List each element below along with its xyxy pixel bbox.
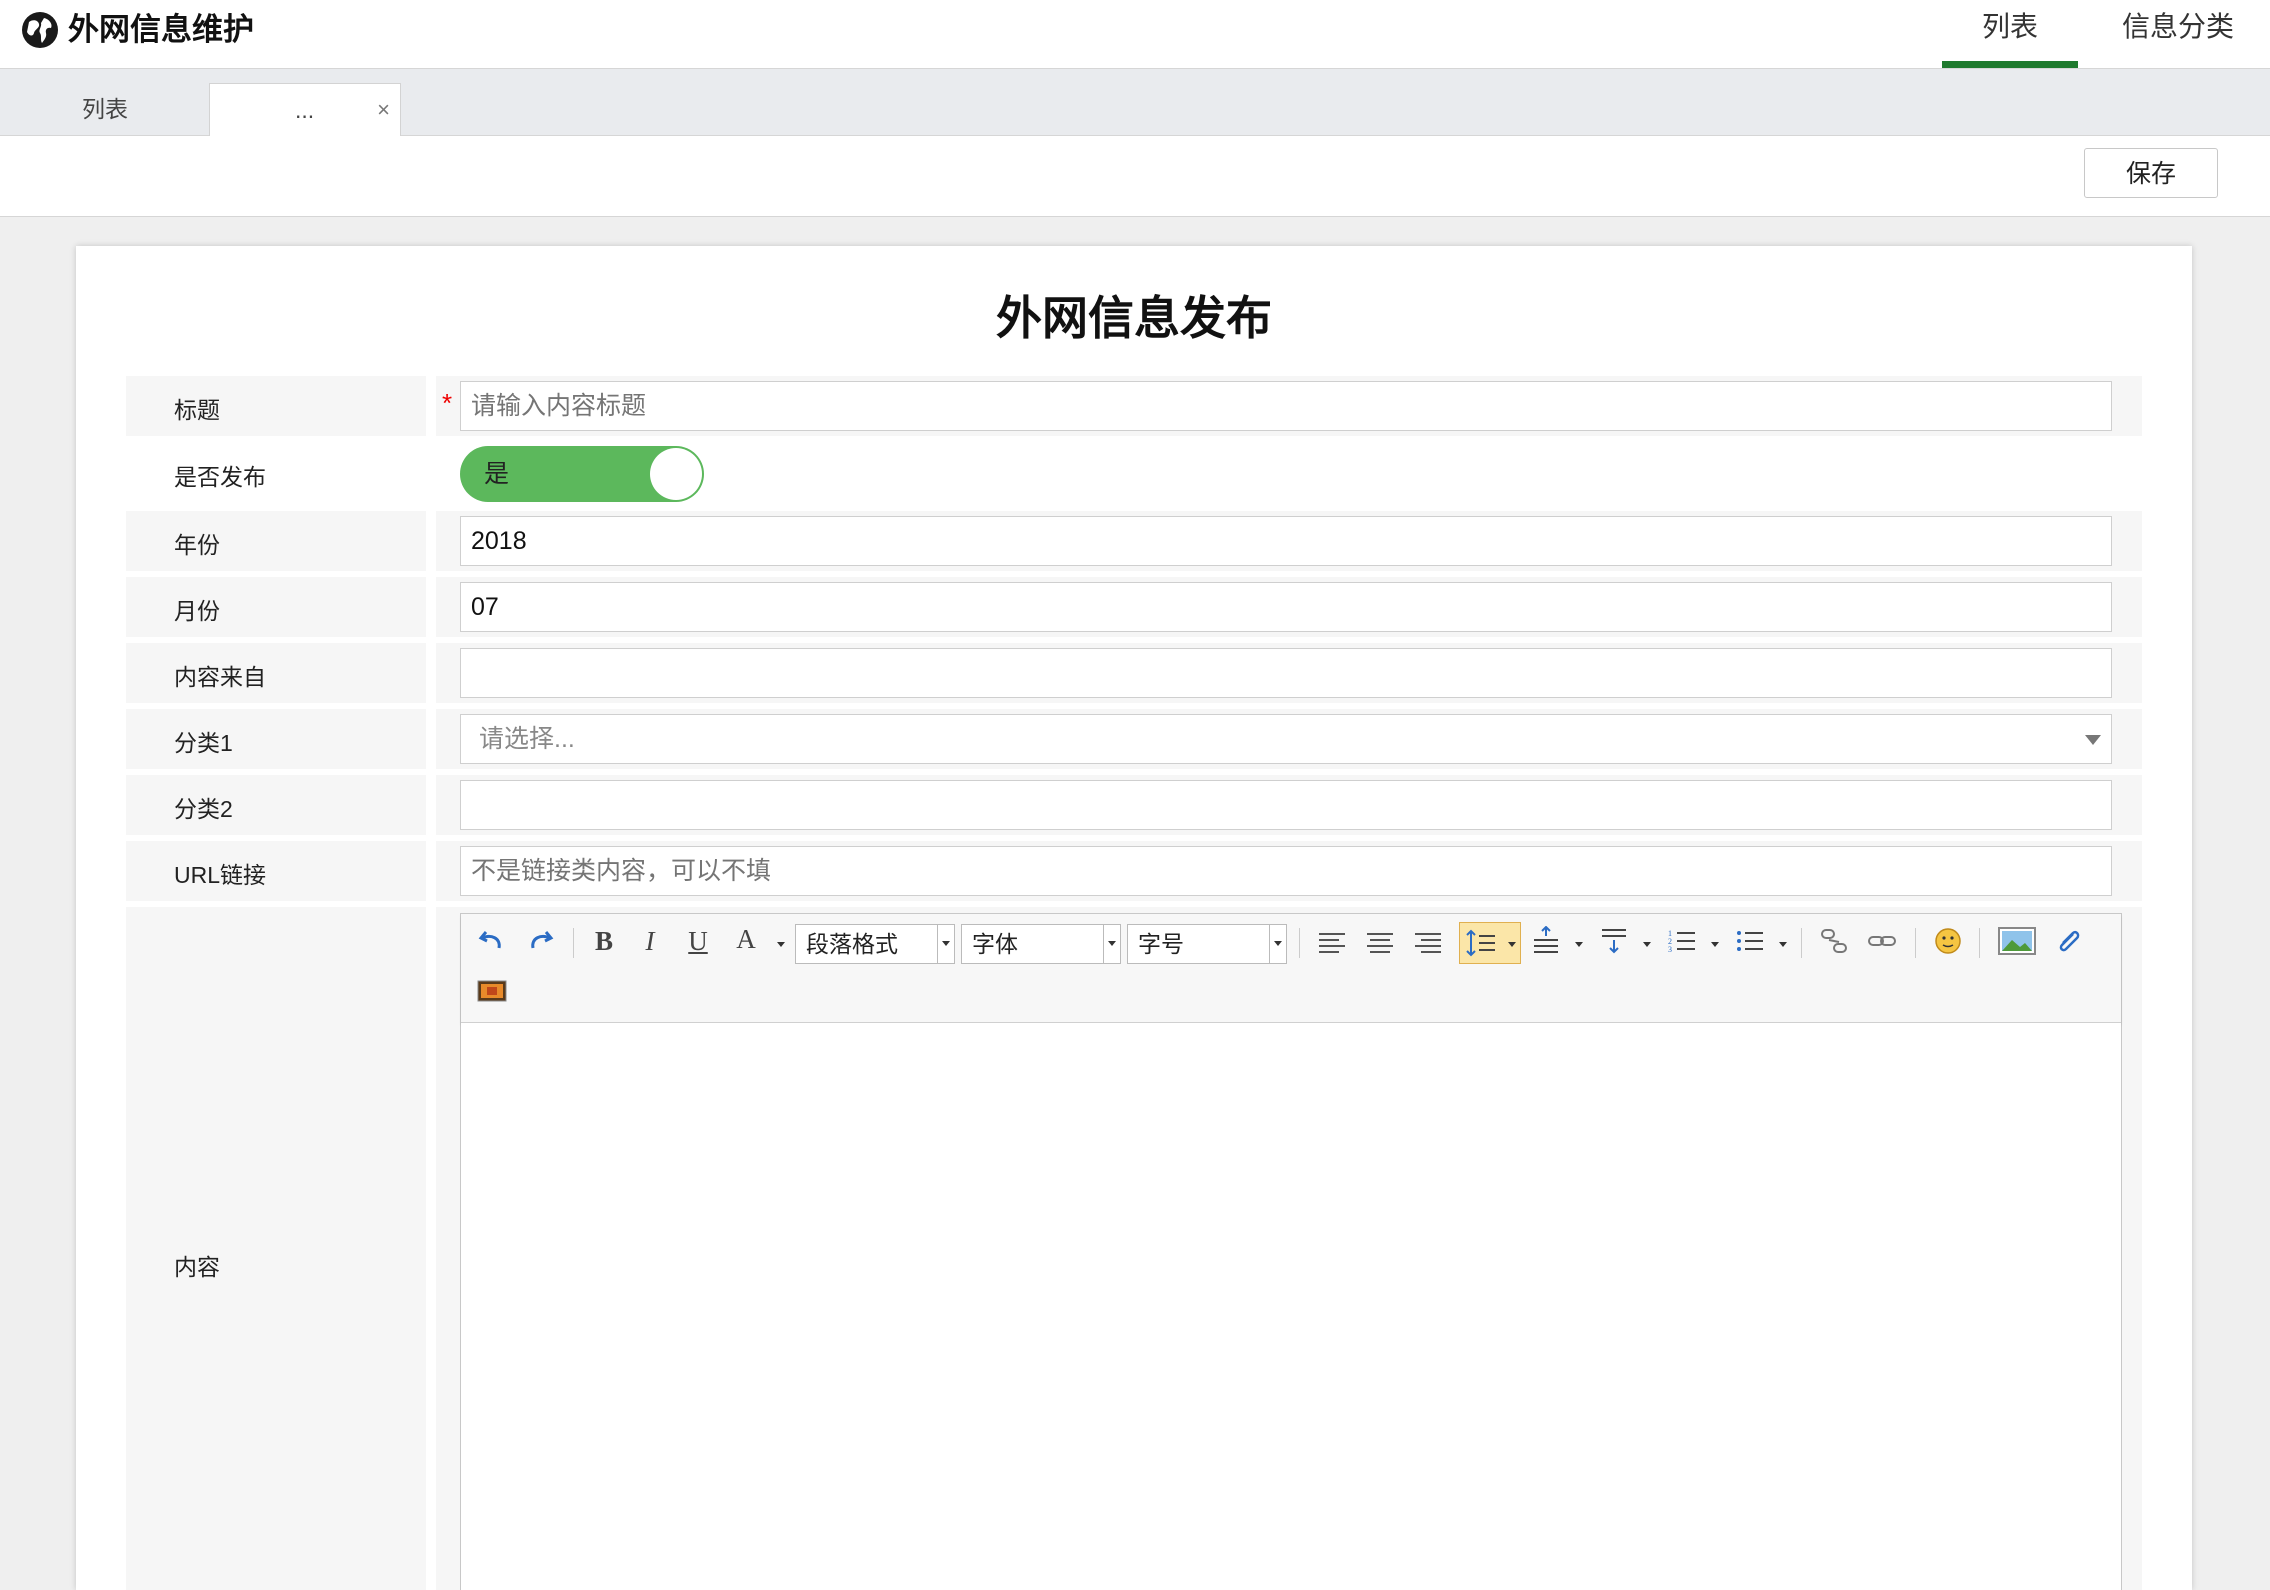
dropdown-arrow-icon <box>777 942 785 947</box>
combo-label: 段落格式 <box>806 931 898 957</box>
category1-select[interactable]: 请选择... <box>460 714 2112 764</box>
dropdown-arrow-icon <box>1711 942 1719 947</box>
combo-label: 字体 <box>972 931 1018 957</box>
row-year: 年份 <box>126 511 2142 571</box>
label-content: 内容 <box>174 1254 220 1280</box>
label-month: 月份 <box>174 598 220 624</box>
title-input[interactable] <box>460 381 2112 431</box>
source-input[interactable] <box>460 648 2112 698</box>
close-icon[interactable]: × <box>377 84 390 136</box>
paragraph-format-select[interactable]: 段落格式 <box>795 924 955 964</box>
label-year: 年份 <box>174 532 220 558</box>
tab-label: ... <box>295 97 315 123</box>
row-category2: 分类2 <box>126 775 2142 835</box>
topnav-list[interactable]: 列表 <box>1942 0 2078 68</box>
toolbar-separator <box>573 928 574 958</box>
svg-text:3: 3 <box>1668 945 1672 954</box>
toolbar-separator <box>1299 928 1300 958</box>
undo-icon[interactable] <box>475 924 509 958</box>
editor-content-area[interactable] <box>461 1023 2121 1590</box>
toolbar-separator <box>1801 928 1802 958</box>
redo-icon[interactable] <box>523 924 557 958</box>
month-input[interactable] <box>460 582 2112 632</box>
save-button[interactable]: 保存 <box>2084 148 2218 198</box>
label-publish: 是否发布 <box>174 464 266 490</box>
unlink-icon[interactable] <box>1817 924 1851 958</box>
rich-text-editor[interactable]: B I U A 段落格式 字体 字号 1 2 3 <box>460 913 2122 1590</box>
dropdown-arrow-icon <box>1779 942 1787 947</box>
publish-toggle[interactable]: 是 <box>460 446 704 502</box>
select-placeholder: 请选择... <box>479 725 575 753</box>
font-color-icon[interactable]: A <box>729 922 763 956</box>
underline-icon[interactable]: U <box>681 924 715 958</box>
row-title: 标题 * <box>126 376 2142 436</box>
form-title: 外网信息发布 <box>996 292 1272 344</box>
row-url: URL链接 <box>126 841 2142 901</box>
url-input[interactable] <box>460 846 2112 896</box>
toggle-label: 是 <box>484 460 510 488</box>
label-url: URL链接 <box>174 862 267 888</box>
toolbar-separator <box>1915 928 1916 958</box>
row-content: 内容 B I U A 段落格式 字体 字号 1 2 3 <box>126 907 2142 1590</box>
topnav-info-category[interactable]: 信息分类 <box>2110 0 2246 68</box>
toolbar-separator <box>1979 928 1980 958</box>
dropdown-arrow-icon <box>1643 942 1651 947</box>
paragraph-spacing-bottom-icon[interactable] <box>1597 924 1631 958</box>
tab-bar: 列表 ... × <box>0 69 2270 137</box>
bold-icon[interactable]: B <box>587 924 621 958</box>
line-height-icon[interactable] <box>1459 922 1521 964</box>
align-right-icon[interactable] <box>1411 926 1445 960</box>
image-icon[interactable] <box>1997 924 2037 958</box>
form-card: 外网信息发布 标题 * 是否发布 是 年份 月份 内容来自 分类1 <box>76 246 2192 1590</box>
globe-icon <box>22 12 58 48</box>
top-header: 外网信息维护 列表 信息分类 <box>0 0 2270 69</box>
label-category2: 分类2 <box>174 796 233 822</box>
attachment-icon[interactable] <box>2051 924 2085 958</box>
unordered-list-icon[interactable] <box>1733 924 1767 958</box>
video-icon[interactable] <box>475 974 509 1008</box>
font-family-select[interactable]: 字体 <box>961 924 1121 964</box>
paragraph-spacing-top-icon[interactable] <box>1529 924 1563 958</box>
italic-icon[interactable]: I <box>633 924 667 958</box>
editor-toolbar: B I U A 段落格式 字体 字号 1 2 3 <box>461 914 2121 1023</box>
tab-list[interactable]: 列表 <box>0 83 210 135</box>
app-title: 外网信息维护 <box>68 12 254 47</box>
combo-label: 字号 <box>1138 931 1184 957</box>
toggle-knob <box>650 448 702 500</box>
align-left-icon[interactable] <box>1315 926 1349 960</box>
required-mark: * <box>442 388 453 418</box>
category2-input[interactable] <box>460 780 2112 830</box>
tab-edit[interactable]: ... × <box>209 83 401 137</box>
ordered-list-icon[interactable]: 123 <box>1665 924 1699 958</box>
label-source: 内容来自 <box>174 664 266 690</box>
row-category1: 分类1 请选择... <box>126 709 2142 769</box>
dropdown-arrow-icon <box>1575 942 1583 947</box>
label-category1: 分类1 <box>174 730 233 756</box>
action-toolbar: 保存 <box>0 136 2270 217</box>
emotion-icon[interactable] <box>1931 924 1965 958</box>
align-center-icon[interactable] <box>1363 926 1397 960</box>
label-title: 标题 <box>174 397 220 423</box>
row-source: 内容来自 <box>126 643 2142 703</box>
row-publish: 是否发布 是 <box>126 436 2142 511</box>
link-icon[interactable] <box>1865 924 1899 958</box>
year-input[interactable] <box>460 516 2112 566</box>
font-size-select[interactable]: 字号 <box>1127 924 1287 964</box>
row-month: 月份 <box>126 577 2142 637</box>
chevron-down-icon <box>2085 735 2101 745</box>
tab-label: 列表 <box>82 96 128 122</box>
